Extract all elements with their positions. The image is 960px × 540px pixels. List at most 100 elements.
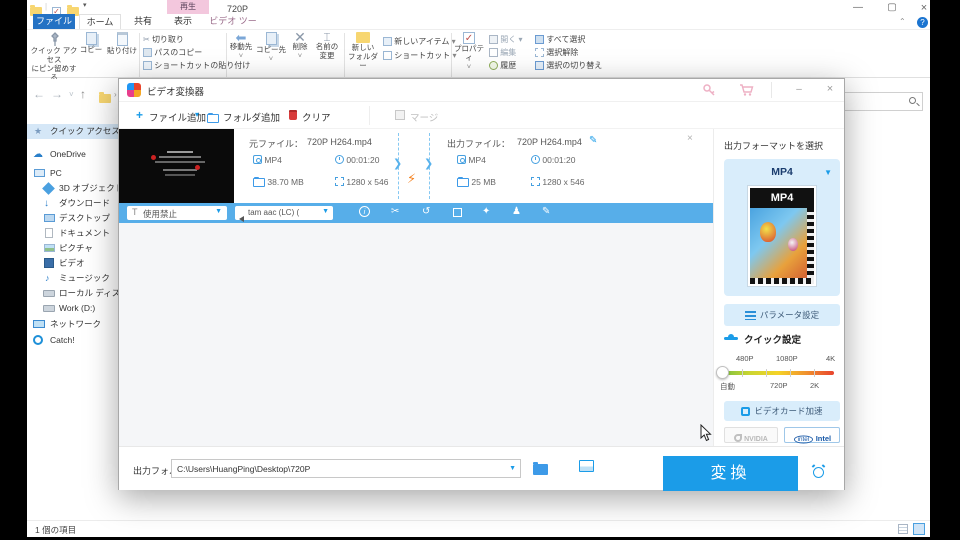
- cart-icon[interactable]: [739, 83, 754, 102]
- search-box[interactable]: [835, 92, 923, 111]
- parameter-settings-button[interactable]: パラメータ設定: [724, 304, 840, 326]
- delete-button[interactable]: ✕ 削除˅: [288, 32, 312, 60]
- sidebar-item-onedrive[interactable]: ☁OneDrive: [27, 147, 128, 162]
- sidebar-item-pc[interactable]: PC: [27, 166, 128, 181]
- lightning-icon[interactable]: ⚡: [407, 171, 416, 187]
- format-panel-header: 出力フォーマットを選択: [724, 139, 823, 152]
- quality-slider-track[interactable]: [722, 371, 834, 375]
- effects-icon[interactable]: ✦: [482, 206, 490, 217]
- thumbnail-view-icon[interactable]: [913, 523, 925, 535]
- sidebar-item-documents[interactable]: ドキュメント: [27, 226, 128, 241]
- desktop-icon: [44, 214, 55, 222]
- search-input[interactable]: [838, 94, 906, 109]
- audio-selector[interactable]: tam aac (LC) ( ▼: [235, 206, 333, 220]
- recent-locations-icon[interactable]: ˅: [69, 90, 74, 99]
- scale-label-720p: 720P: [770, 381, 788, 390]
- paste-button[interactable]: 貼り付け: [107, 32, 137, 55]
- cut-clip-icon[interactable]: ✂: [391, 206, 399, 217]
- register-key-icon[interactable]: [702, 83, 716, 102]
- file-row[interactable]: 元ファイル： 720P H264.mp4 MP4 00:01:20 38.70 …: [119, 129, 713, 203]
- cloud-icon: ☁: [33, 147, 43, 162]
- sidebar-item-pictures[interactable]: ピクチャ: [27, 241, 128, 256]
- crop-icon[interactable]: [453, 208, 462, 217]
- move-to-button[interactable]: ⬅ 移動先˅: [228, 32, 254, 60]
- select-invert-button[interactable]: 選択の切り替え: [535, 59, 602, 72]
- copy-button[interactable]: コピー: [77, 32, 105, 54]
- sidebar-item-local-disk-c[interactable]: ローカル ディスク (C:: [27, 286, 128, 301]
- select-all-button[interactable]: すべて選択: [535, 33, 585, 46]
- close-button[interactable]: ×: [911, 0, 937, 18]
- tab-file[interactable]: ファイル: [33, 14, 75, 29]
- dialog-close-button[interactable]: ×: [817, 81, 843, 99]
- paste-shortcut-button[interactable]: ショートカットの貼り付け: [143, 59, 250, 72]
- shortcut-button[interactable]: ショートカット ▾: [383, 49, 456, 62]
- sidebar-item-3d-objects[interactable]: 3D オブジェクト: [27, 181, 128, 196]
- open-output-folder-icon[interactable]: [579, 460, 594, 472]
- clock-icon: [531, 155, 540, 164]
- qat-customize-icon[interactable]: ▾: [83, 1, 87, 9]
- sidebar-item-music[interactable]: ♪ミュージック: [27, 271, 128, 286]
- nvidia-button[interactable]: NVIDIA: [724, 427, 778, 443]
- schedule-alarm-icon[interactable]: [813, 465, 824, 483]
- sidebar-item-videos[interactable]: ビデオ: [27, 256, 128, 271]
- edit-subtitle-icon[interactable]: ✎: [542, 206, 550, 217]
- cut-button[interactable]: ✂ 切り取り: [143, 33, 184, 46]
- output-folder-combobox[interactable]: C:\Users\HuangPing\Desktop\720P ▼: [171, 459, 521, 478]
- convert-button[interactable]: 変換: [663, 456, 798, 491]
- new-item-button[interactable]: 新しいアイテム ▾: [383, 35, 456, 48]
- rotate-icon[interactable]: ↺: [422, 206, 430, 217]
- sidebar-item-catch[interactable]: Catch!: [27, 333, 128, 348]
- maximize-button[interactable]: ▢: [879, 0, 905, 18]
- up-icon[interactable]: ↑: [80, 87, 86, 101]
- info-icon[interactable]: i: [359, 206, 370, 217]
- help-icon[interactable]: ?: [917, 17, 928, 28]
- select-none-button[interactable]: 選択解除: [535, 46, 578, 59]
- browse-folder-icon[interactable]: [533, 461, 548, 479]
- new-folder-button[interactable]: 新しい フォルダー: [347, 32, 379, 70]
- subtitle-selector[interactable]: T 使用禁止 ▼: [127, 206, 227, 220]
- minimize-button[interactable]: —: [845, 0, 871, 18]
- dialog-minimize-button[interactable]: –: [785, 81, 813, 99]
- details-view-icon[interactable]: [898, 524, 908, 534]
- back-icon[interactable]: ←: [33, 87, 45, 101]
- dialog-titlebar[interactable]: ビデオ変換器 – ×: [119, 79, 844, 102]
- copy-path-button[interactable]: パスのコピー: [143, 46, 202, 59]
- tab-share[interactable]: 共有: [125, 14, 161, 29]
- breadcrumb-chevron-icon: ›: [114, 90, 117, 99]
- properties-button[interactable]: ✓ プロパティ˅: [453, 32, 485, 71]
- tab-home[interactable]: ホーム: [79, 14, 121, 29]
- format-dropdown-icon[interactable]: ▼: [824, 168, 832, 177]
- quality-slider-knob[interactable]: [716, 366, 729, 379]
- rename-button[interactable]: ⌶ 名前の 変更: [314, 32, 340, 60]
- history-button[interactable]: 履歴: [489, 59, 516, 72]
- search-icon[interactable]: [909, 97, 916, 104]
- watermark-icon[interactable]: ♟: [512, 206, 521, 217]
- remove-file-icon[interactable]: ×: [687, 133, 693, 144]
- open-button[interactable]: 開く ▾: [489, 33, 522, 46]
- clear-button[interactable]: クリア: [302, 110, 331, 124]
- source-file-label: 元ファイル：: [249, 137, 303, 150]
- intel-button[interactable]: intelIntel: [784, 427, 840, 443]
- add-folder-button[interactable]: フォルダ追加: [223, 110, 280, 124]
- tab-view[interactable]: 表示: [165, 14, 201, 29]
- sidebar-item-desktop[interactable]: デスクトップ: [27, 211, 128, 226]
- combobox-dropdown-icon[interactable]: ▼: [509, 465, 516, 472]
- pin-quick-access-button[interactable]: クイック アクセス にピン留めする: [29, 32, 79, 82]
- sidebar-item-quick-access[interactable]: ★クイック アクセス: [27, 124, 128, 139]
- edit-icon: [489, 48, 498, 57]
- copy-to-button[interactable]: コピー先˅: [256, 32, 286, 63]
- edit-filename-icon[interactable]: ✎: [589, 135, 597, 146]
- sidebar-item-network[interactable]: ネットワーク: [27, 317, 128, 332]
- ribbon-collapse-icon[interactable]: ⌃: [899, 17, 906, 26]
- chevron-down-icon: ▼: [322, 208, 329, 215]
- breadcrumb-folder-icon[interactable]: [99, 90, 111, 108]
- forward-icon[interactable]: →: [51, 87, 63, 101]
- format-card[interactable]: MP4 ▼ MP4: [724, 159, 840, 296]
- sidebar-item-work-d[interactable]: Work (D:): [27, 301, 128, 316]
- gpu-acceleration-button[interactable]: ビデオカード加速: [724, 401, 840, 421]
- edit-button[interactable]: 編集: [489, 46, 516, 59]
- tab-video-tools[interactable]: ビデオ ツール: [205, 14, 261, 29]
- sidebar-item-downloads[interactable]: ↓ダウンロード: [27, 196, 128, 211]
- add-file-dropdown-icon[interactable]: ▾: [195, 110, 199, 119]
- merge-button[interactable]: マージ: [410, 110, 438, 124]
